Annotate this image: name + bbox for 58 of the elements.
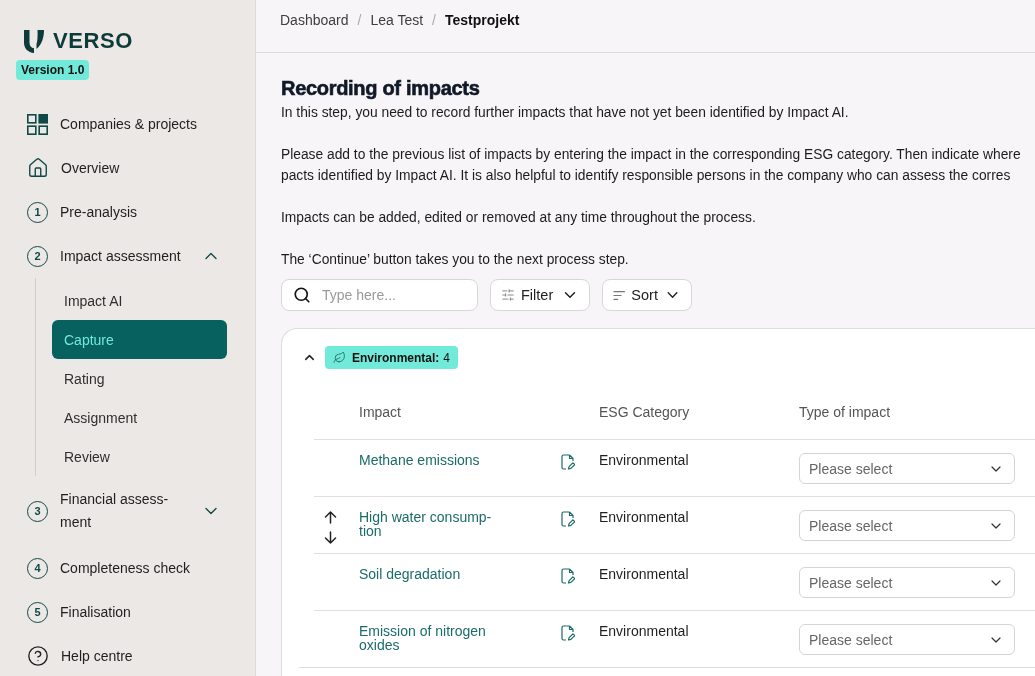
column-header: ESG Category: [599, 403, 690, 420]
breadcrumb-link[interactable]: Testprojekt: [444, 12, 520, 28]
house-icon: [27, 157, 49, 179]
nav-subitem[interactable]: Capture: [52, 320, 227, 359]
help-icon: [27, 645, 49, 667]
sliders-icon: [501, 288, 515, 302]
esg-category-cell: Environmental: [599, 510, 689, 525]
esg-category-cell: Environmental: [599, 567, 689, 582]
breadcrumb-link[interactable]: Lea Test: [370, 12, 424, 28]
intro-paragraph: Please add to the previous list of impacts by entering the impact in the corresponding ESG category. Then indicate where pacts identified by Impact AI. It is also helpful to identify responsible persons in the company who can assess the corres: [281, 146, 1021, 185]
intro-paragraph: In this step, you need to record further impacts that have not yet been identified by Impact AI.: [281, 104, 849, 122]
sort-icon: [613, 289, 626, 301]
intro-paragraph: The ‘Continue’ button takes you to the next process step.: [281, 251, 629, 269]
search-icon: [293, 286, 311, 304]
filter-button[interactable]: Filter: [490, 279, 590, 311]
search-field[interactable]: Type here...: [281, 279, 478, 311]
edit-document-icon[interactable]: [561, 511, 575, 527]
type-select[interactable]: Please select: [799, 453, 1015, 484]
nav-item[interactable]: 5 Finalisation: [0, 590, 255, 634]
type-select[interactable]: Please select: [799, 624, 1015, 655]
edit-document-icon[interactable]: [561, 625, 575, 641]
type-select[interactable]: Please select: [799, 510, 1015, 541]
version-badge: Version 1.0: [16, 60, 90, 80]
column-header: Type of impact: [799, 403, 891, 420]
nav-subitem[interactable]: Rating: [52, 359, 227, 398]
impact-link[interactable]: Soil degradation: [359, 567, 461, 581]
nav-item[interactable]: 3 Financial assess-ment: [0, 476, 255, 546]
breadcrumb-separator: /: [432, 12, 436, 28]
logo-mark-icon: [24, 29, 44, 53]
nav-item[interactable]: Overview: [0, 146, 255, 190]
grid-icon: [27, 113, 48, 135]
edit-document-icon[interactable]: [561, 568, 575, 584]
nav-item[interactable]: Help centre: [0, 634, 255, 676]
category-label: Environmental:: [352, 350, 440, 365]
breadcrumb-link[interactable]: Dashboard: [280, 12, 349, 28]
nav-item[interactable]: Companies & projects: [0, 102, 255, 146]
nav-subitem[interactable]: Impact AI: [52, 281, 227, 320]
nav-item[interactable]: 2 Impact assessment: [0, 234, 255, 278]
page-title: Recording of impacts: [281, 76, 480, 101]
reorder-arrows-icon[interactable]: [324, 511, 337, 544]
esg-category-cell: Environmental: [599, 453, 689, 468]
impact-link[interactable]: Emission of nitrogen oxides: [359, 624, 499, 652]
impact-link[interactable]: High water consump-tion: [359, 510, 499, 538]
nav-item[interactable]: 1 Pre-analysis: [0, 190, 255, 234]
breadcrumb-separator: /: [357, 12, 362, 28]
esg-category-cell: Environmental: [599, 624, 689, 639]
category-count: 4: [443, 350, 451, 365]
impact-link[interactable]: Methane emissions: [359, 453, 480, 467]
type-select[interactable]: Please select: [799, 567, 1015, 598]
nav-item[interactable]: 4 Completeness check: [0, 546, 255, 590]
column-header: Impact: [359, 403, 401, 420]
logo-text: VERSO: [53, 28, 134, 54]
nav-subitem[interactable]: Assignment: [52, 398, 227, 437]
edit-document-icon[interactable]: [561, 454, 575, 470]
sort-button[interactable]: Sort: [602, 279, 692, 311]
leaf-icon: [333, 351, 346, 364]
intro-paragraph: Impacts can be added, edited or removed at any time throughout the process.: [281, 209, 756, 227]
nav-subitem[interactable]: Review: [52, 437, 227, 476]
